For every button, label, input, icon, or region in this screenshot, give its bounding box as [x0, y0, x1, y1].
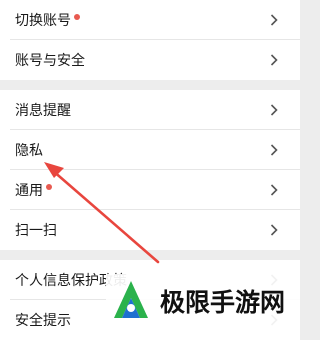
- settings-item-account-security[interactable]: 账号与安全: [0, 40, 300, 80]
- settings-item-switch-account[interactable]: 切换账号: [0, 0, 300, 40]
- settings-item-label: 切换账号: [15, 13, 71, 29]
- chevron-right-icon: [270, 14, 278, 26]
- section-divider: [0, 250, 300, 260]
- notification-dot: [74, 14, 80, 20]
- watermark-text: 极限手游网: [160, 287, 286, 317]
- settings-item-label: 安全提示: [15, 313, 71, 329]
- settings-group-account: 切换账号 账号与安全: [0, 0, 300, 80]
- watermark-logo: [114, 280, 148, 318]
- settings-item-label: 通用: [15, 183, 43, 199]
- chevron-right-icon: [270, 184, 278, 196]
- settings-item-notifications[interactable]: 消息提醒: [0, 90, 300, 130]
- chevron-right-icon: [270, 104, 278, 116]
- settings-group-general: 消息提醒 隐私 通用 扫一扫: [0, 90, 300, 250]
- settings-item-label: 消息提醒: [15, 103, 71, 119]
- chevron-right-icon: [270, 224, 278, 236]
- chevron-right-icon: [270, 144, 278, 156]
- settings-item-label: 账号与安全: [15, 53, 85, 69]
- chevron-right-icon: [270, 54, 278, 66]
- settings-item-label: 扫一扫: [15, 223, 57, 239]
- settings-item-label: 隐私: [15, 143, 43, 159]
- section-divider: [0, 80, 300, 90]
- settings-item-privacy[interactable]: 隐私: [0, 130, 300, 170]
- notification-dot: [46, 184, 52, 190]
- watermark: 极限手游网: [106, 274, 300, 327]
- settings-item-scan[interactable]: 扫一扫: [0, 210, 300, 250]
- settings-item-general[interactable]: 通用: [0, 170, 300, 210]
